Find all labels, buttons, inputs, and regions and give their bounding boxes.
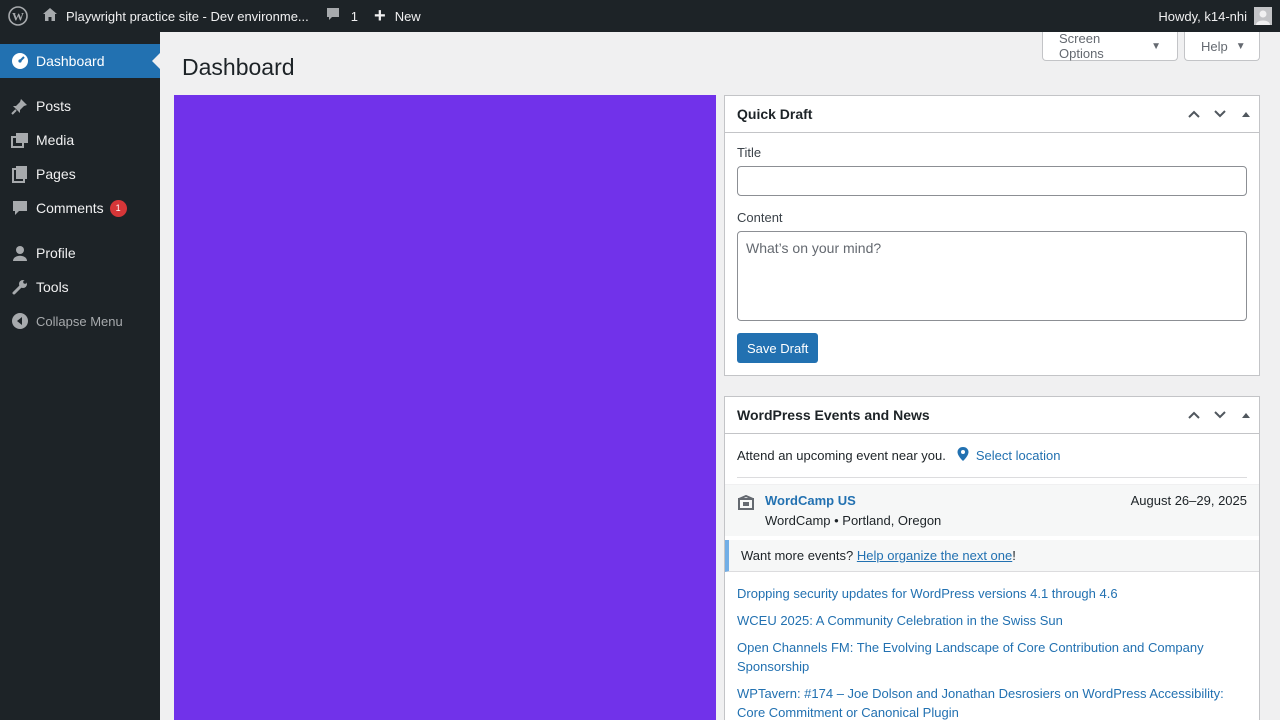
svg-text:W: W <box>12 10 24 24</box>
sidebar-item-profile[interactable]: Profile <box>0 236 160 270</box>
move-up-icon[interactable] <box>1181 397 1207 433</box>
collapse-icon <box>10 311 30 331</box>
news-link[interactable]: WPTavern: #174 – Joe Dolson and Jonathan… <box>737 684 1247 720</box>
sidebar-item-media[interactable]: Media <box>0 123 160 157</box>
new-content-link[interactable]: + New <box>366 0 429 32</box>
sidebar-item-dashboard[interactable]: Dashboard <box>0 44 160 78</box>
comment-icon <box>325 7 341 25</box>
more-events-notice: Want more events? Help organize the next… <box>725 540 1259 572</box>
content-block <box>174 95 716 720</box>
dashboard-icon <box>10 51 30 71</box>
home-icon <box>42 7 58 25</box>
widget-header: WordPress Events and News <box>725 397 1259 434</box>
news-list: Dropping security updates for WordPress … <box>725 572 1259 720</box>
caret-down-icon: ▼ <box>1235 40 1246 52</box>
more-events-suffix: ! <box>1012 548 1016 563</box>
more-events-prefix: Want more events? <box>741 548 854 563</box>
quick-draft-widget: Quick Draft Title Content What’s on your… <box>724 95 1260 376</box>
media-icon <box>10 130 30 150</box>
event-location: WordCamp • Portland, Oregon <box>765 513 942 528</box>
comments-badge: 1 <box>109 199 127 217</box>
widget-header: Quick Draft <box>725 96 1259 133</box>
my-account-link[interactable]: Howdy, k14-nhi <box>1150 0 1280 32</box>
move-down-icon[interactable] <box>1207 397 1233 433</box>
sidebar-item-label: Pages <box>36 166 76 182</box>
help-label: Help <box>1201 38 1228 54</box>
collapse-menu-button[interactable]: Collapse Menu <box>0 304 160 338</box>
user-icon <box>10 243 30 263</box>
event-date: August 26–29, 2025 <box>1130 493 1247 508</box>
organize-event-link[interactable]: Help organize the next one <box>857 548 1012 563</box>
widget-title: Quick Draft <box>737 106 813 122</box>
toggle-panel-icon[interactable] <box>1233 397 1259 433</box>
avatar <box>1254 7 1272 25</box>
events-intro-text: Attend an upcoming event near you. <box>737 448 946 463</box>
title-input[interactable] <box>737 166 1247 196</box>
screen-options-label: Screen Options <box>1059 31 1104 61</box>
events-news-widget: WordPress Events and News Attend an upco… <box>724 396 1260 720</box>
sidebar-item-label: Posts <box>36 98 72 114</box>
comments-link[interactable]: 1 <box>317 0 366 32</box>
sidebar-item-label: Dashboard <box>36 53 105 69</box>
site-name-link[interactable]: Playwright practice site - Dev environme… <box>36 0 317 32</box>
wordpress-logo-icon[interactable]: W <box>0 0 36 32</box>
content-label: Content <box>737 210 783 225</box>
move-up-icon[interactable] <box>1181 96 1207 132</box>
help-button[interactable]: Help ▼ <box>1184 32 1260 61</box>
news-link[interactable]: Open Channels FM: The Evolving Landscape… <box>737 638 1247 676</box>
plus-icon: + <box>374 5 386 27</box>
move-down-icon[interactable] <box>1207 96 1233 132</box>
site-title: Playwright practice site - Dev environme… <box>66 8 309 24</box>
sidebar-item-label: Comments <box>36 200 104 216</box>
sidebar-item-comments[interactable]: Comments 1 <box>0 191 160 225</box>
select-location-link[interactable]: Select location <box>976 448 1061 463</box>
event-name-link[interactable]: WordCamp US <box>765 493 941 508</box>
sidebar-item-pages[interactable]: Pages <box>0 157 160 191</box>
toggle-panel-icon[interactable] <box>1233 96 1259 132</box>
wordcamp-icon <box>737 493 757 528</box>
comment-icon <box>10 198 30 218</box>
sidebar-item-label: Media <box>36 132 75 148</box>
content-textarea[interactable]: What’s on your mind? <box>737 231 1247 321</box>
screen-options-button[interactable]: Screen Options ▼ <box>1042 31 1178 61</box>
news-link[interactable]: WCEU 2025: A Community Celebration in th… <box>737 611 1247 630</box>
howdy-text: Howdy, k14-nhi <box>1158 8 1247 24</box>
collapse-label: Collapse Menu <box>36 313 123 329</box>
pin-icon <box>10 96 30 116</box>
widget-title: WordPress Events and News <box>737 407 930 423</box>
events-intro: Attend an upcoming event near you. Selec… <box>737 434 1247 478</box>
news-link[interactable]: Dropping security updates for WordPress … <box>737 584 1247 603</box>
sidebar-item-label: Tools <box>36 279 69 295</box>
sidebar-item-tools[interactable]: Tools <box>0 270 160 304</box>
comments-count: 1 <box>350 8 358 24</box>
caret-down-icon: ▼ <box>1151 40 1161 52</box>
page-title: Dashboard <box>182 54 295 80</box>
event-item: WordCamp US WordCamp • Portland, Oregon … <box>725 484 1259 536</box>
admin-menu: Dashboard Posts Media Pages Comments 1 P… <box>0 32 160 720</box>
sidebar-item-posts[interactable]: Posts <box>0 89 160 123</box>
save-draft-button[interactable]: Save Draft <box>737 333 819 363</box>
wrench-icon <box>10 277 30 297</box>
title-label: Title <box>737 145 762 160</box>
pages-icon <box>10 164 30 184</box>
sidebar-item-label: Profile <box>36 245 76 261</box>
admin-bar: W Playwright practice site - Dev environ… <box>0 0 1280 32</box>
location-pin-icon <box>956 446 970 465</box>
new-label: New <box>394 8 421 24</box>
